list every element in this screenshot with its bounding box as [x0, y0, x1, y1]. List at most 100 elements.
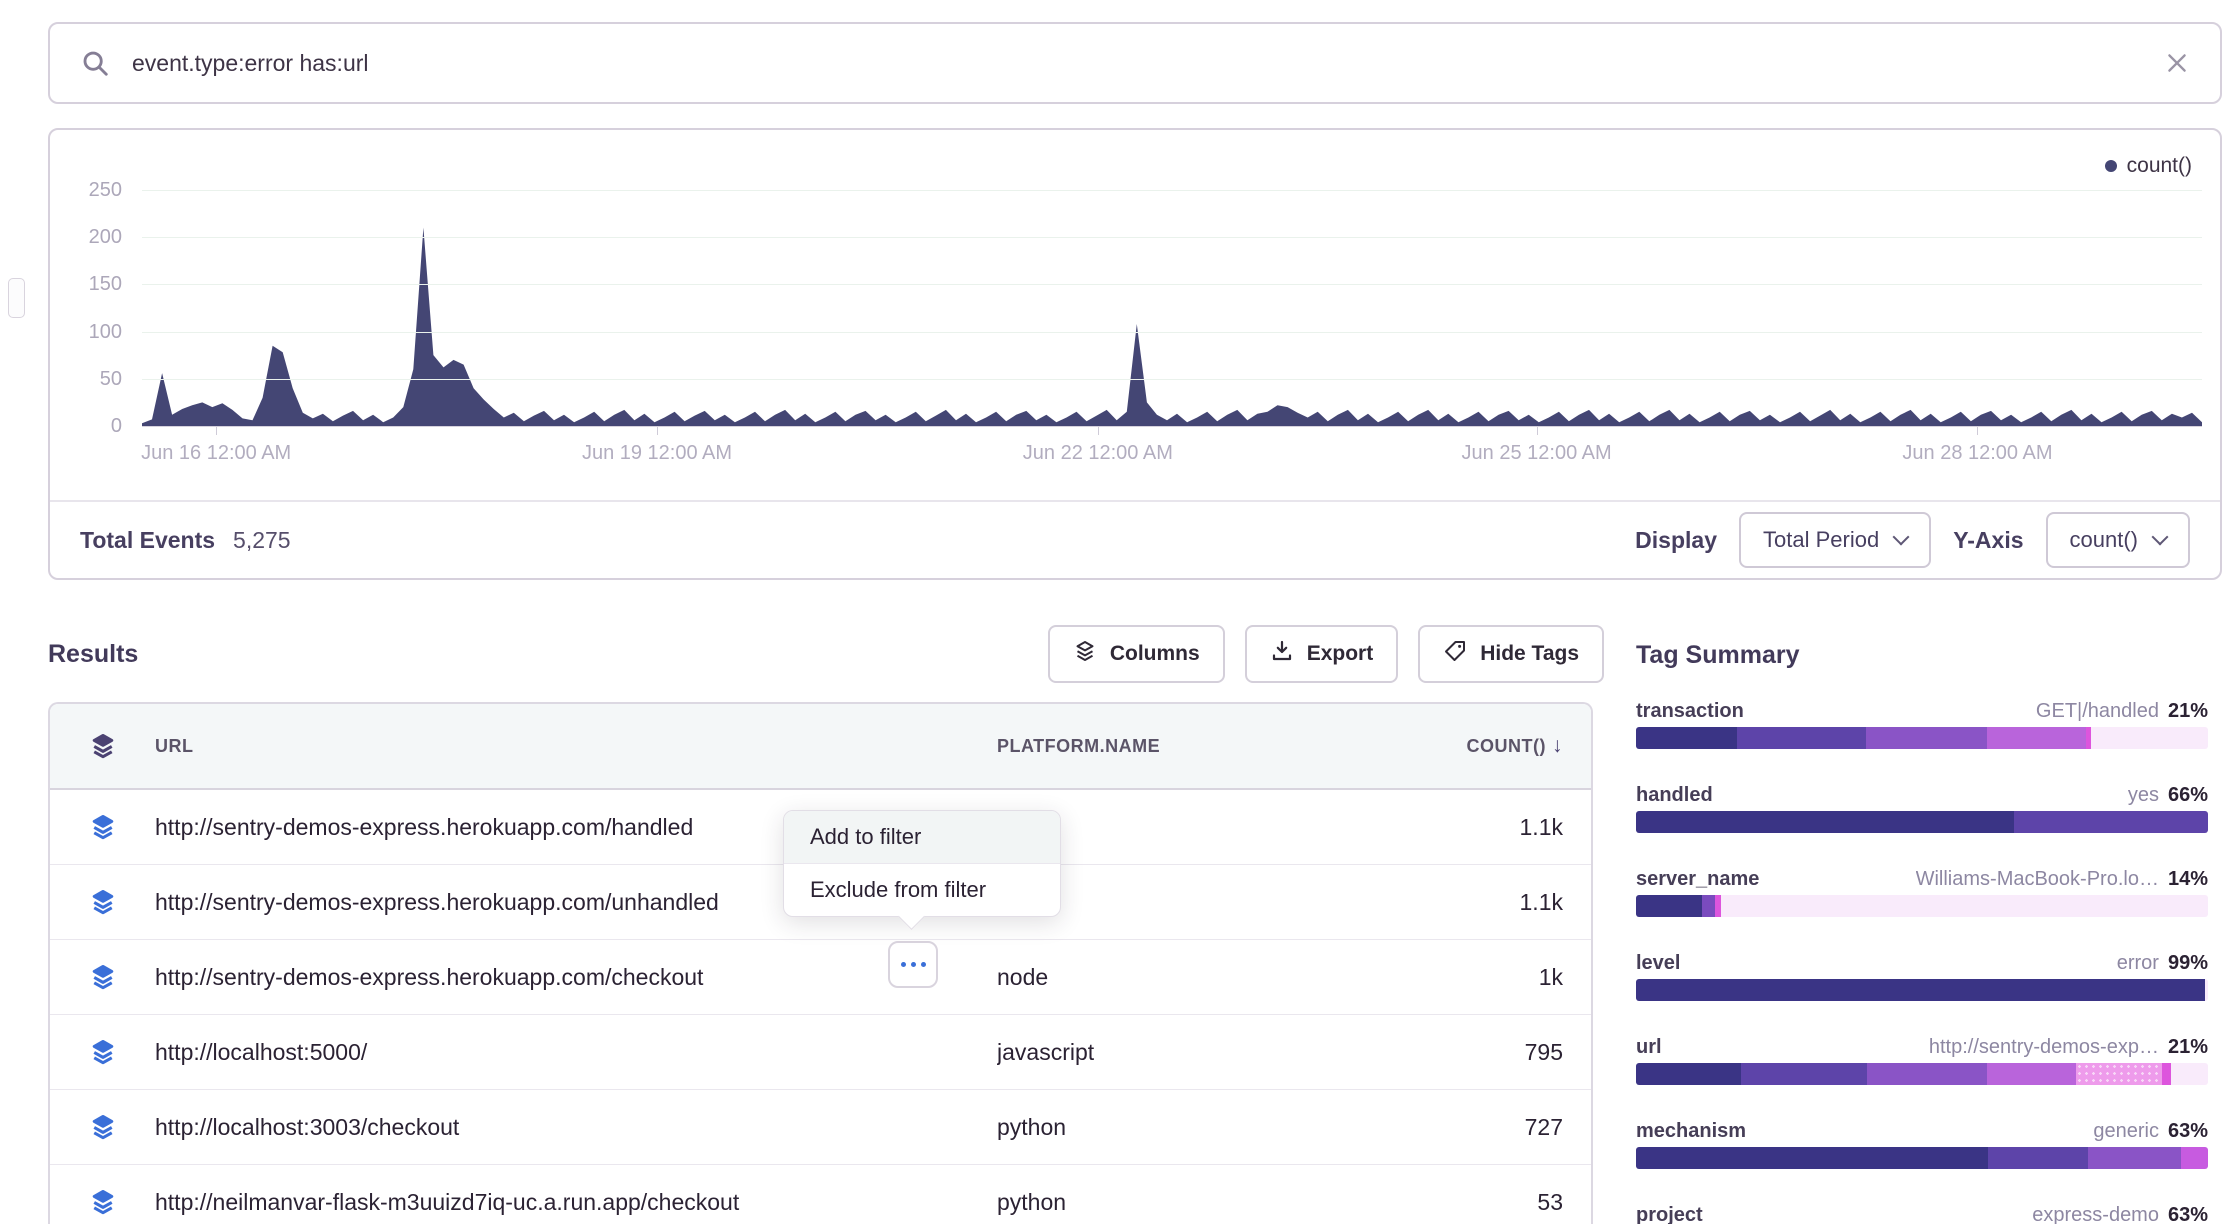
row-actions-ellipsis-button[interactable] — [888, 941, 938, 988]
gridline — [142, 237, 2202, 238]
tag-entry: url http://sentry-demos-exp… 21% — [1636, 1034, 2208, 1085]
tag-bar-segment[interactable] — [2162, 1063, 2171, 1085]
tag-top-value[interactable]: generic — [2093, 1118, 2159, 1144]
row-count[interactable]: 727 — [1431, 1114, 1591, 1141]
tag-entry: transaction GET|/handled 21% — [1636, 698, 2208, 749]
tag-bar-segment[interactable] — [1721, 895, 2208, 917]
sort-desc-icon: ↓ — [1552, 734, 1563, 758]
x-axis-tickmark — [216, 427, 217, 435]
stack-icon — [89, 1038, 117, 1066]
tag-bar-segment[interactable] — [1741, 1063, 1867, 1085]
tag-entry: level error 99% — [1636, 950, 2208, 1001]
tag-bar-segment[interactable] — [2088, 1147, 2181, 1169]
x-axis-tick: Jun 19 12:00 AM — [582, 442, 732, 465]
total-events: Total Events5,275 — [80, 527, 291, 554]
tag-bar-segment[interactable] — [1737, 727, 1866, 749]
hide-tags-button[interactable]: Hide Tags — [1418, 625, 1604, 683]
table-row[interactable]: http://localhost:3003/checkout python 72… — [50, 1090, 1591, 1165]
tag-top-value[interactable]: Williams-MacBook-Pro.lo… — [1916, 866, 2159, 892]
tag-top-value[interactable]: error — [2117, 950, 2159, 976]
tag-label[interactable]: level — [1636, 950, 1680, 976]
chart-footer: Total Events5,275 Display Total Period Y… — [50, 500, 2220, 578]
tag-bar-segment[interactable] — [1636, 1063, 1741, 1085]
chart-y-axis: 050100150200250 — [50, 152, 122, 426]
tag-label[interactable]: project — [1636, 1202, 1703, 1224]
tag-bar-segment[interactable] — [1636, 895, 1702, 917]
row-count[interactable]: 53 — [1431, 1189, 1591, 1216]
row-platform[interactable]: python — [997, 1189, 1431, 1216]
tag-label[interactable]: transaction — [1636, 698, 1744, 724]
table-row[interactable]: http://localhost:5000/ javascript 795 — [50, 1015, 1591, 1090]
tag-label[interactable]: server_name — [1636, 866, 1759, 892]
panel-drag-handle[interactable] — [8, 278, 25, 318]
tag-bar-segment[interactable] — [2014, 811, 2208, 833]
tag-percent: 63% — [2168, 1202, 2208, 1224]
tag-bar-segment[interactable] — [2076, 1063, 2162, 1085]
gridline — [142, 284, 2202, 285]
tag-bar-segment[interactable] — [1867, 1063, 1987, 1085]
stack-icon — [89, 888, 117, 916]
table-row[interactable]: http://neilmanvar-flask-m3uuizd7iq-uc.a.… — [50, 1165, 1591, 1224]
export-button[interactable]: Export — [1245, 625, 1399, 683]
row-platform[interactable]: python — [997, 1114, 1431, 1141]
row-url[interactable]: http://sentry-demos-express.herokuapp.co… — [155, 964, 997, 991]
column-header-count[interactable]: COUNT() ↓ — [1431, 734, 1591, 758]
search-input[interactable]: event.type:error has:url — [132, 50, 2142, 77]
tag-percent: 21% — [2168, 1034, 2208, 1060]
tag-percent: 14% — [2168, 866, 2208, 892]
row-count[interactable]: 1k — [1431, 964, 1591, 991]
stack-icon — [89, 1113, 117, 1141]
row-platform[interactable]: javascript — [997, 1039, 1431, 1066]
chart-plot[interactable] — [142, 152, 2202, 426]
column-header-platform[interactable]: PLATFORM.NAME — [997, 736, 1431, 757]
tag-bar-segment[interactable] — [1636, 811, 2014, 833]
tag-top-value[interactable]: express-demo — [2032, 1202, 2159, 1224]
tag-percent: 66% — [2168, 782, 2208, 808]
row-count[interactable]: 1.1k — [1431, 814, 1591, 841]
tag-top-value[interactable]: GET|/handled — [2036, 698, 2159, 724]
tag-bar-segment[interactable] — [1636, 727, 1737, 749]
tag-bar-segment[interactable] — [1636, 979, 2205, 1001]
row-platform[interactable]: node — [997, 964, 1431, 991]
tag-icon — [1443, 639, 1467, 669]
tag-bar-segment[interactable] — [1866, 727, 1987, 749]
row-url[interactable]: http://localhost:5000/ — [155, 1039, 997, 1066]
tag-bar-segment[interactable] — [2205, 979, 2208, 1001]
clear-search-icon[interactable] — [2164, 50, 2190, 76]
tag-bar-segment[interactable] — [2171, 1063, 2208, 1085]
tag-bar-segment[interactable] — [1636, 1147, 1988, 1169]
tag-top-value[interactable]: yes — [2128, 782, 2159, 808]
tag-bar-segment[interactable] — [1987, 727, 2086, 749]
tag-bar-segment[interactable] — [2181, 1147, 2208, 1169]
display-select[interactable]: Total Period — [1739, 512, 1931, 568]
row-url[interactable]: http://neilmanvar-flask-m3uuizd7iq-uc.a.… — [155, 1189, 997, 1216]
table-row[interactable]: http://sentry-demos-express.herokuapp.co… — [50, 940, 1591, 1015]
tag-bar-segment[interactable] — [1988, 1147, 2088, 1169]
menu-item-add-to-filter[interactable]: Add to filter — [784, 811, 1060, 864]
x-axis-tickmark — [1098, 427, 1099, 435]
stack-icon — [89, 963, 117, 991]
y-axis-label: Y-Axis — [1953, 527, 2023, 554]
tag-bar-segment[interactable] — [2091, 727, 2208, 749]
gridline — [142, 332, 2202, 333]
tag-bar-segment[interactable] — [1987, 1063, 2076, 1085]
tag-top-value[interactable]: http://sentry-demos-exp… — [1929, 1034, 2159, 1060]
y-axis-tick: 250 — [50, 179, 122, 201]
results-heading: Results — [48, 640, 138, 669]
y-axis-select[interactable]: count() — [2046, 512, 2190, 568]
row-count[interactable]: 1.1k — [1431, 889, 1591, 916]
row-url[interactable]: http://localhost:3003/checkout — [155, 1114, 997, 1141]
columns-button[interactable]: Columns — [1048, 625, 1225, 683]
row-count[interactable]: 795 — [1431, 1039, 1591, 1066]
tag-label[interactable]: mechanism — [1636, 1118, 1746, 1144]
search-bar[interactable]: event.type:error has:url — [48, 22, 2222, 104]
ellipsis-dot — [901, 962, 906, 967]
tag-label[interactable]: handled — [1636, 782, 1713, 808]
menu-item-exclude-from-filter[interactable]: Exclude from filter — [784, 864, 1060, 916]
tag-bar-segment[interactable] — [1702, 895, 1715, 917]
stack-icon[interactable] — [89, 732, 117, 760]
column-header-url[interactable]: URL — [155, 736, 997, 757]
tag-percent: 21% — [2168, 698, 2208, 724]
cell-action-menu: Add to filter Exclude from filter — [783, 810, 1061, 917]
tag-label[interactable]: url — [1636, 1034, 1662, 1060]
